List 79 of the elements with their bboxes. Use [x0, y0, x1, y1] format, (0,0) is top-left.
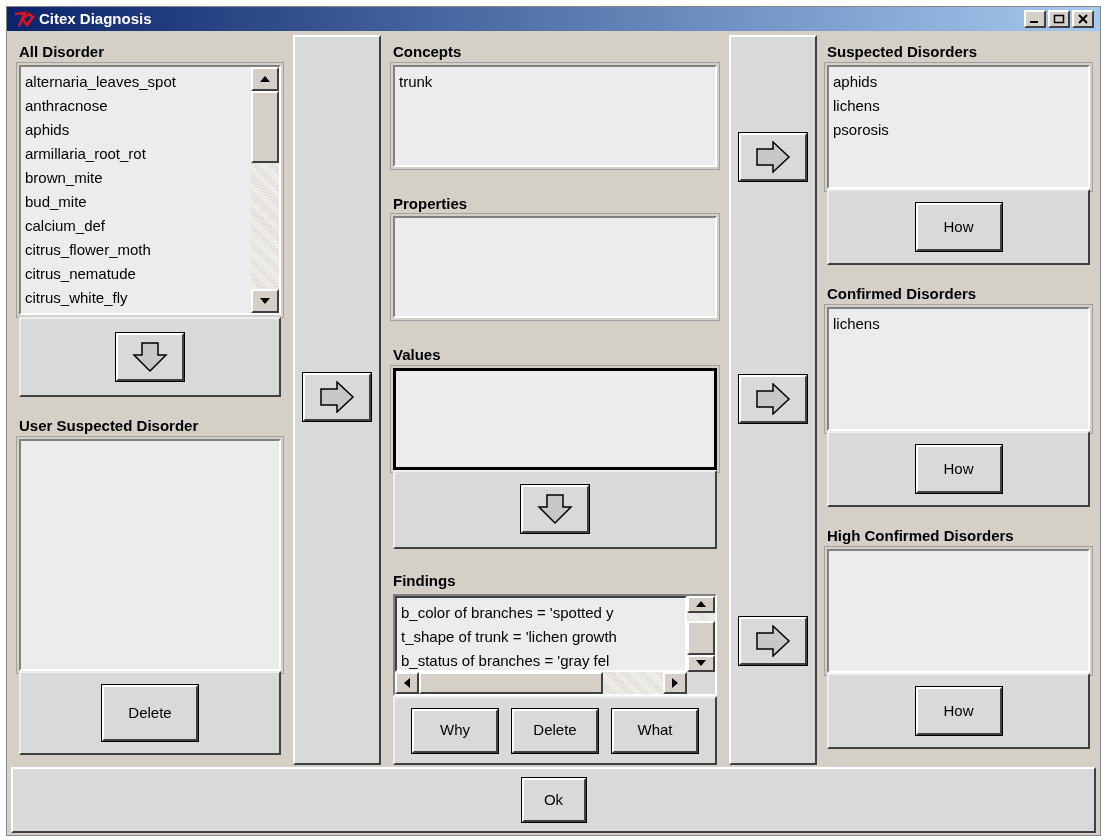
section-label: Values	[393, 345, 442, 365]
list-item[interactable]: anthracnose	[21, 95, 251, 119]
vertical-scrollbar[interactable]	[687, 595, 715, 672]
finding-item[interactable]: t_shape of trunk = 'lichen growth	[397, 625, 685, 650]
vertical-scrollbar[interactable]	[251, 67, 279, 313]
horizontal-scrollbar[interactable]	[395, 671, 687, 694]
right-arrow-icon	[755, 625, 791, 657]
window-title: Citex Diagnosis	[39, 8, 152, 29]
list-item[interactable]: calcium_def	[21, 215, 251, 239]
list-item[interactable]: bud_mite	[21, 191, 251, 215]
list-item[interactable]: citrus_nematude	[21, 263, 251, 287]
finding-item[interactable]: b_color of branches = 'spotted y	[397, 601, 685, 626]
down-triangle-icon	[696, 660, 706, 667]
list-item[interactable]: citrus_flower_moth	[21, 239, 251, 263]
how-button[interactable]: How	[915, 445, 1002, 493]
section-label: Concepts	[393, 42, 463, 62]
move-right-button[interactable]	[739, 375, 807, 423]
scroll-up-button[interactable]	[687, 595, 715, 613]
list-item[interactable]: lichens	[829, 95, 1088, 119]
minimize-button[interactable]	[1024, 10, 1046, 28]
left-triangle-icon	[404, 677, 410, 688]
section-label: All Disorder	[19, 42, 106, 62]
why-button[interactable]: Why	[412, 708, 498, 753]
disorder-list[interactable]: aphids lichens psorosis	[827, 65, 1090, 189]
scroll-up-button[interactable]	[251, 67, 279, 91]
list-item[interactable]: brown_mite	[21, 167, 251, 191]
close-icon	[1077, 14, 1089, 24]
up-triangle-icon	[260, 76, 270, 82]
how-button[interactable]: How	[915, 203, 1002, 251]
list-item[interactable]: citrus_white_fly	[21, 287, 251, 311]
list-item[interactable]: trunk	[395, 70, 715, 95]
maximize-button[interactable]	[1048, 10, 1070, 28]
list-item[interactable]: aphids	[829, 71, 1088, 95]
maximize-icon	[1053, 14, 1065, 24]
down-arrow-icon	[132, 341, 168, 373]
list-item[interactable]: psorosis	[829, 119, 1088, 143]
right-arrow-icon	[755, 383, 791, 415]
section-label: Properties	[393, 193, 469, 214]
section-label: Confirmed Disorders	[827, 284, 978, 304]
close-button[interactable]	[1072, 10, 1094, 28]
disorder-list[interactable]: alternaria_leaves_spot anthracnose aphids armillaria_root_rot brown_mite bud_mite calcium_def citrus_flower_moth citrus_nematude citrus_white_fly	[19, 65, 281, 315]
list-item[interactable]: lichens	[829, 313, 1088, 337]
scroll-right-button[interactable]	[663, 671, 687, 694]
down-triangle-icon	[260, 298, 270, 304]
move-right-button[interactable]	[739, 617, 807, 665]
findings-list[interactable]: b_color of branches = 'spotted y t_shape of trunk = 'lichen growth b_status of branches = 'gray fel	[393, 593, 717, 697]
section-label: High Confirmed Disorders	[827, 526, 1015, 546]
section-label: Findings	[393, 571, 457, 592]
disorder-list[interactable]: lichens	[827, 307, 1090, 431]
up-triangle-icon	[696, 601, 706, 608]
section-label: User Suspected Disorder	[19, 416, 200, 436]
scroll-thumb[interactable]	[687, 620, 715, 655]
properties-list[interactable]	[393, 216, 717, 319]
scroll-left-button[interactable]	[395, 671, 419, 694]
right-arrow-icon	[319, 381, 355, 413]
scroll-thumb[interactable]	[251, 91, 279, 163]
list-item[interactable]: aphids	[21, 119, 251, 143]
right-arrow-icon	[755, 141, 791, 173]
finding-item[interactable]: b_status of branches = 'gray fel	[397, 649, 685, 670]
list-item[interactable]: armillaria_root_rot	[21, 143, 251, 167]
move-right-button[interactable]	[303, 373, 371, 421]
ok-button[interactable]: Ok	[521, 778, 586, 822]
minimize-icon	[1030, 21, 1038, 23]
disorder-list[interactable]	[827, 549, 1090, 673]
move-down-button[interactable]	[521, 485, 589, 534]
values-list[interactable]	[393, 367, 717, 470]
move-down-button[interactable]	[116, 333, 184, 381]
move-right-button[interactable]	[739, 133, 807, 181]
scroll-down-button[interactable]	[251, 289, 279, 313]
delete-button[interactable]: Delete	[512, 708, 598, 753]
what-button[interactable]: What	[612, 708, 698, 753]
how-button[interactable]: How	[915, 687, 1002, 735]
right-triangle-icon	[672, 677, 678, 688]
section-label: Suspected Disorders	[827, 42, 979, 62]
delete-button[interactable]: Delete	[102, 685, 198, 741]
scroll-thumb[interactable]	[419, 671, 603, 694]
list-item[interactable]: alternaria_leaves_spot	[21, 71, 251, 95]
concepts-list[interactable]: trunk	[393, 64, 717, 167]
down-arrow-icon	[537, 493, 573, 526]
